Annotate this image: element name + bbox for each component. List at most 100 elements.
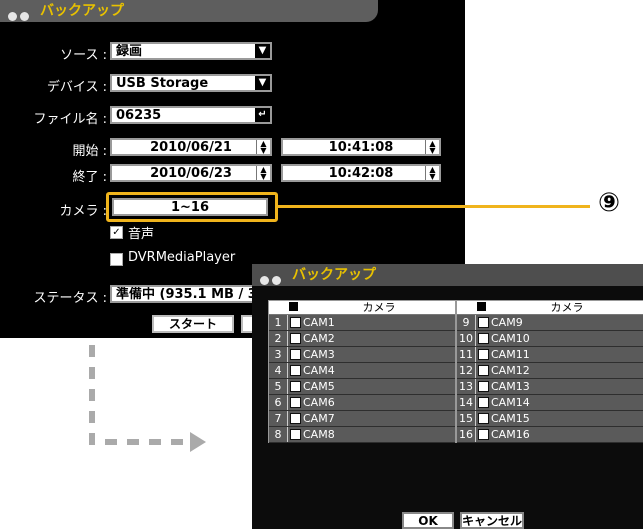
start-date-value: 2010/06/21 (150, 140, 232, 155)
camera-row[interactable]: 9 CAM9 (457, 315, 643, 331)
camera-checkbox[interactable] (290, 365, 301, 376)
dvr-mediaplayer-label: DVRMediaPlayer (128, 250, 236, 265)
camera-checkbox[interactable] (478, 365, 489, 376)
device-select[interactable]: USB Storage ▼ (110, 74, 272, 92)
window-dot-icon[interactable] (272, 276, 281, 285)
dropdown-arrow-icon[interactable]: ▼ (255, 44, 270, 58)
camera-row[interactable]: 15 CAM15 (457, 411, 643, 427)
camera-row-number: 16 (459, 428, 473, 441)
camera-row[interactable]: 11 CAM11 (457, 347, 643, 363)
start-time-field[interactable]: 10:41:08 ▲ ▼ (281, 138, 441, 156)
table-header: カメラ (457, 301, 643, 315)
camera-checkbox[interactable] (478, 381, 489, 392)
camera-row[interactable]: 1 CAM1 (269, 315, 455, 331)
camera-row[interactable]: 2 CAM2 (269, 331, 455, 347)
camera-checkbox[interactable] (290, 333, 301, 344)
camera-name: CAM14 (491, 396, 530, 409)
row-divider (287, 411, 288, 426)
row-divider (287, 315, 288, 330)
row-divider (287, 379, 288, 394)
window-dot-icon[interactable] (260, 276, 269, 285)
camera-name: CAM8 (303, 428, 335, 441)
end-date-value: 2010/06/23 (150, 166, 232, 181)
camera-checkbox[interactable] (290, 349, 301, 360)
camera-checkbox[interactable] (290, 317, 301, 328)
camera-name: CAM13 (491, 380, 530, 393)
spin-updown-icon[interactable]: ▲ ▼ (256, 140, 270, 154)
camera-table-left: カメラ 1 CAM1 2 CAM2 3 CAM3 4 CAM4 5 CAM5 6 CAM6 7 CAM7 8… (268, 300, 456, 443)
row-divider (475, 331, 476, 346)
camera-dialog-title-bar: バックアップ (252, 264, 643, 286)
camera-row[interactable]: 13 CAM13 (457, 379, 643, 395)
row-divider (475, 347, 476, 362)
end-time-field[interactable]: 10:42:08 ▲ ▼ (281, 164, 441, 182)
audio-label: 音声 (128, 227, 155, 242)
start-button[interactable]: スタート (152, 315, 234, 333)
spin-updown-icon[interactable]: ▲ ▼ (425, 140, 439, 154)
camera-row[interactable]: 10 CAM10 (457, 331, 643, 347)
camera-row[interactable]: 4 CAM4 (269, 363, 455, 379)
camera-row-number: 11 (459, 348, 473, 361)
camera-checkbox[interactable] (290, 381, 301, 392)
enter-key-icon[interactable]: ↵ (255, 108, 270, 122)
camera-name: CAM9 (491, 316, 523, 329)
filename-value: 06235 (116, 108, 162, 123)
camera-checkbox[interactable] (478, 333, 489, 344)
row-divider (475, 379, 476, 394)
camera-row[interactable]: 12 CAM12 (457, 363, 643, 379)
row-divider (287, 395, 288, 410)
camera-checkbox[interactable] (290, 413, 301, 424)
camera-row[interactable]: 5 CAM5 (269, 379, 455, 395)
camera-row[interactable]: 14 CAM14 (457, 395, 643, 411)
window-dot-icon[interactable] (20, 12, 29, 21)
device-value: USB Storage (116, 76, 209, 91)
ok-button[interactable]: OK (402, 512, 454, 529)
source-select[interactable]: 録画 ▼ (110, 42, 272, 60)
camera-row[interactable]: 3 CAM3 (269, 347, 455, 363)
row-divider (475, 427, 476, 442)
end-date-field[interactable]: 2010/06/23 ▲ ▼ (110, 164, 272, 182)
camera-checkbox[interactable] (478, 317, 489, 328)
dropdown-arrow-icon[interactable]: ▼ (255, 76, 270, 90)
camera-checkbox[interactable] (290, 397, 301, 408)
camera-checkbox[interactable] (478, 413, 489, 424)
camera-row-number: 3 (274, 348, 282, 361)
start-time-value: 10:41:08 (328, 140, 394, 155)
camera-row[interactable]: 16 CAM16 (457, 427, 643, 443)
camera-name: CAM2 (303, 332, 335, 345)
camera-checkbox[interactable] (290, 429, 301, 440)
camera-checkbox[interactable] (478, 349, 489, 360)
camera-row[interactable]: 7 CAM7 (269, 411, 455, 427)
row-divider (287, 331, 288, 346)
select-all-checkbox[interactable] (477, 302, 486, 311)
window-dot-icon[interactable] (8, 12, 17, 21)
window-controls (260, 270, 284, 292)
filename-input[interactable]: 06235 ↵ (110, 106, 272, 124)
camera-name: CAM6 (303, 396, 335, 409)
cancel-button[interactable]: キャンセル (460, 512, 524, 529)
camera-row-number: 7 (274, 412, 282, 425)
audio-checkbox[interactable]: ✓ (110, 226, 123, 239)
camera-name: CAM4 (303, 364, 335, 377)
row-divider (287, 363, 288, 378)
end-label: 終了 : (72, 170, 107, 185)
select-all-checkbox[interactable] (289, 302, 298, 311)
camera-row-number: 5 (274, 380, 282, 393)
camera-row-number: 4 (274, 364, 282, 377)
camera-dialog: バックアップ カメラ 1 CAM1 2 CAM2 3 CAM3 4 CAM4 5 CAM5 6 CAM… (252, 264, 643, 529)
spin-updown-icon[interactable]: ▲ ▼ (256, 166, 270, 180)
camera-checkbox[interactable] (478, 397, 489, 408)
status-label: ステータス : (33, 291, 107, 306)
camera-column-header: カメラ (550, 301, 584, 314)
row-divider (475, 315, 476, 330)
camera-name: CAM1 (303, 316, 335, 329)
dvr-mediaplayer-checkbox[interactable] (110, 253, 123, 266)
camera-row-number: 1 (274, 316, 282, 329)
camera-row[interactable]: 8 CAM8 (269, 427, 455, 443)
spin-updown-icon[interactable]: ▲ ▼ (425, 166, 439, 180)
start-date-field[interactable]: 2010/06/21 ▲ ▼ (110, 138, 272, 156)
camera-label: カメラ : (59, 204, 107, 219)
camera-row[interactable]: 6 CAM6 (269, 395, 455, 411)
camera-name: CAM16 (491, 428, 530, 441)
camera-checkbox[interactable] (478, 429, 489, 440)
